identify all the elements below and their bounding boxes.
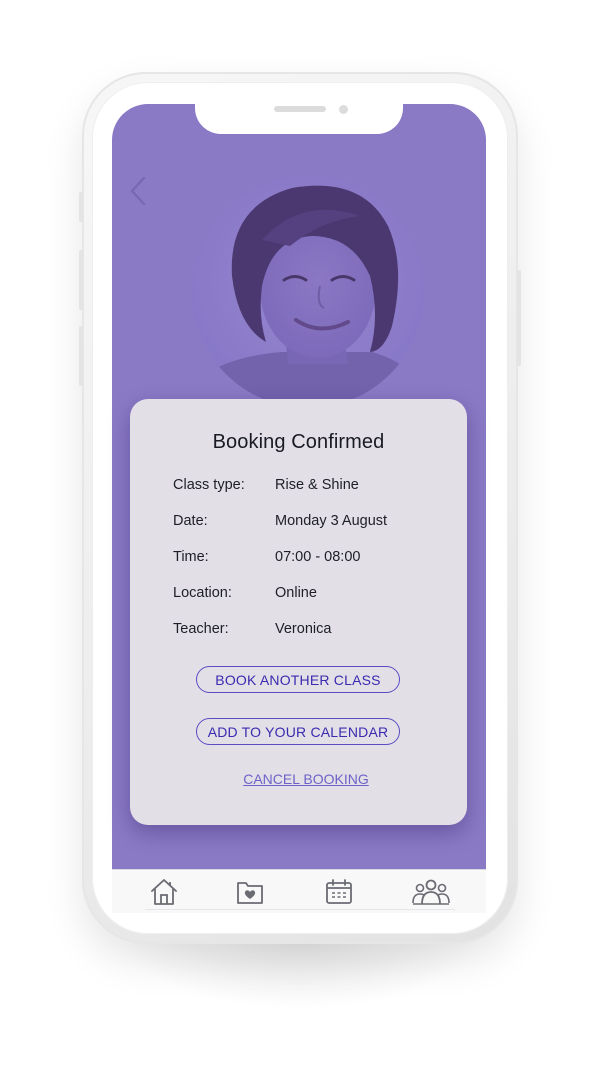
tab-community[interactable]: [410, 875, 452, 909]
mute-switch: [79, 192, 83, 222]
detail-label: Class type:: [173, 477, 245, 493]
card-title: Booking Confirmed: [212, 431, 385, 453]
people-icon: [412, 879, 450, 905]
tab-calendar[interactable]: [321, 875, 357, 909]
cancel-booking-link[interactable]: CANCEL BOOKING: [130, 771, 482, 787]
detail-label: Date:: [173, 513, 208, 529]
bottom-tab-bar: [112, 869, 486, 913]
back-button[interactable]: [126, 174, 150, 208]
detail-value: Monday 3 August: [275, 513, 388, 529]
phone-notch: [195, 98, 403, 134]
detail-value: Rise & Shine: [275, 477, 359, 493]
phone-camera: [339, 105, 348, 114]
chevron-left-icon: [130, 176, 146, 206]
calendar-icon: [326, 879, 352, 904]
phone-speaker: [274, 106, 326, 112]
tab-home[interactable]: [146, 875, 182, 909]
volume-up-button: [79, 250, 83, 310]
detail-value: 07:00 - 08:00: [275, 549, 361, 565]
detail-value: Online: [275, 585, 317, 601]
teacher-photo: [192, 176, 424, 408]
home-indicator-line: [145, 909, 455, 910]
home-icon: [151, 879, 177, 905]
booking-confirmation-card: Booking Confirmed Class type: Rise & Shi…: [130, 399, 467, 825]
power-button: [517, 270, 521, 366]
book-another-class-button[interactable]: BOOK ANOTHER CLASS: [196, 666, 400, 693]
volume-down-button: [79, 326, 83, 386]
detail-value: Veronica: [275, 621, 332, 637]
teacher-avatar: [192, 176, 424, 408]
detail-label: Teacher:: [173, 621, 229, 637]
tab-favorites[interactable]: [232, 875, 268, 909]
add-to-calendar-button[interactable]: ADD TO YOUR CALENDAR: [196, 718, 400, 745]
heart-folder-icon: [237, 882, 263, 904]
detail-label: Time:: [173, 549, 209, 565]
detail-label: Location:: [173, 585, 232, 601]
